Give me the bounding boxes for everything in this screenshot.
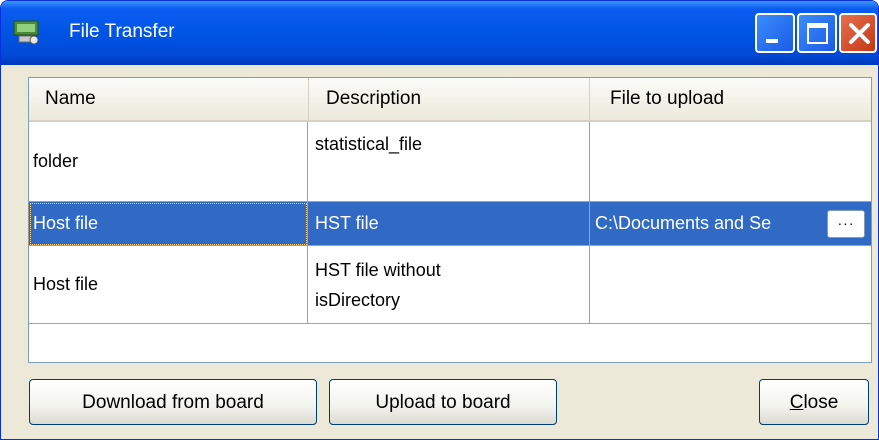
close-icon bbox=[849, 23, 870, 44]
cell-file-to-upload[interactable] bbox=[590, 246, 871, 324]
minimize-icon bbox=[766, 39, 778, 43]
close-button[interactable]: Close bbox=[759, 379, 869, 425]
cell-name[interactable]: Host file bbox=[29, 246, 308, 324]
minimize-button[interactable] bbox=[755, 13, 795, 53]
title-bar[interactable]: File Transfer bbox=[1, 1, 878, 65]
description-line-2: isDirectory bbox=[315, 289, 401, 310]
maximize-button[interactable] bbox=[797, 13, 837, 53]
cell-description[interactable]: statistical_file bbox=[308, 122, 590, 202]
cell-file-to-upload[interactable] bbox=[590, 122, 871, 202]
cell-name[interactable]: folder bbox=[29, 122, 308, 202]
table-row[interactable]: Host file HST file without isDirectory bbox=[29, 246, 871, 324]
close-window-button[interactable] bbox=[839, 13, 877, 53]
description-line-1: HST file without bbox=[315, 259, 441, 280]
column-header-description[interactable]: Description bbox=[309, 78, 590, 120]
file-table: Name Description File to upload folder s… bbox=[28, 77, 872, 363]
column-header-name[interactable]: Name bbox=[29, 78, 309, 120]
cell-description[interactable]: HST file bbox=[308, 202, 590, 246]
maximize-icon bbox=[807, 23, 828, 44]
window-title: File Transfer bbox=[69, 21, 175, 42]
column-header-file-to-upload[interactable]: File to upload bbox=[590, 78, 871, 120]
cell-description[interactable]: HST file without isDirectory bbox=[308, 246, 590, 324]
table-header: Name Description File to upload bbox=[29, 78, 871, 122]
upload-to-board-button[interactable]: Upload to board bbox=[329, 379, 557, 425]
cell-file-to-upload[interactable]: C:\Documents and Se ··· bbox=[590, 202, 871, 246]
table-row[interactable]: folder statistical_file bbox=[29, 122, 871, 202]
browse-button[interactable]: ··· bbox=[827, 210, 865, 238]
board-transfer-icon bbox=[13, 20, 39, 45]
close-mnemonic: C bbox=[789, 392, 804, 413]
file-path-text: C:\Documents and Se bbox=[595, 213, 772, 233]
download-from-board-button[interactable]: Download from board bbox=[29, 379, 317, 425]
file-transfer-window: File Transfer Name Description File to u… bbox=[0, 0, 879, 440]
cell-name[interactable]: Host file bbox=[29, 202, 308, 246]
table-row-selected[interactable]: Host file HST file C:\Documents and Se ·… bbox=[29, 202, 871, 246]
